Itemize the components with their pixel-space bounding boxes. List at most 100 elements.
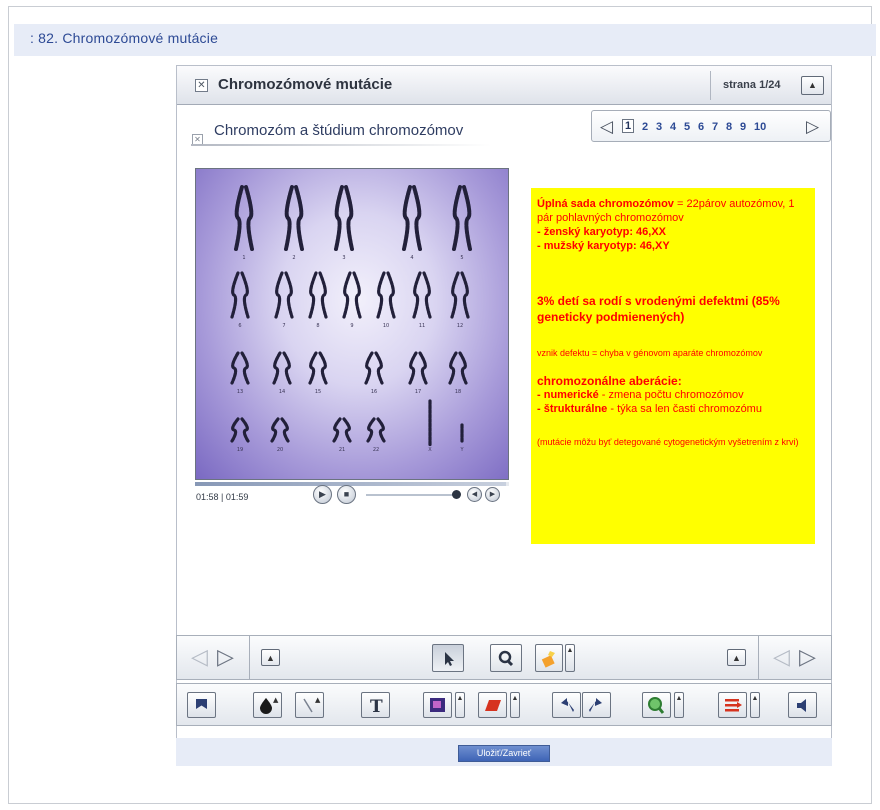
toolbar-divider bbox=[758, 636, 759, 679]
line-tool-button[interactable]: ▲ bbox=[295, 692, 324, 718]
stop-icon: ■ bbox=[343, 489, 350, 499]
list-button[interactable] bbox=[718, 692, 747, 718]
volume-up-button[interactable]: ▶ bbox=[485, 487, 500, 502]
bookmark-button[interactable] bbox=[187, 692, 216, 718]
page-link-6[interactable]: 6 bbox=[698, 121, 704, 133]
navigation-toolbar: ◁ ▷ ▲ ▲ ▲ ◁ ▷ bbox=[176, 635, 832, 680]
highlighter-tool-button[interactable] bbox=[535, 644, 563, 672]
next-icon[interactable]: ▷ bbox=[217, 646, 234, 668]
karyotype-label: 17 bbox=[415, 389, 421, 395]
chromosome-shape bbox=[240, 417, 250, 443]
highlighter-options-button[interactable]: ▲ bbox=[565, 644, 575, 672]
text-tool-button[interactable]: T bbox=[361, 692, 390, 718]
svg-text:▲: ▲ bbox=[273, 696, 279, 704]
undo-icon bbox=[561, 698, 574, 712]
chevron-up-icon: ▲ bbox=[511, 695, 519, 702]
section-underline bbox=[191, 144, 491, 146]
collapse-left-button[interactable]: ▲ bbox=[261, 649, 280, 666]
play-button[interactable]: ▶ bbox=[313, 485, 332, 504]
eraser-tool-button[interactable] bbox=[478, 692, 507, 718]
chromosome-shape bbox=[272, 351, 282, 385]
chromosome-shape bbox=[294, 185, 304, 251]
ink-drop-icon: ▲ bbox=[260, 696, 279, 714]
close-icon[interactable]: ✕ bbox=[195, 79, 208, 92]
chromosome-shape bbox=[230, 271, 240, 319]
page-link-4[interactable]: 4 bbox=[670, 121, 676, 133]
list-options-button[interactable]: ▲ bbox=[750, 692, 760, 718]
play-icon: ▶ bbox=[319, 489, 326, 499]
notes-detection: (mutácie môžu byť detegované cytogenetic… bbox=[537, 437, 799, 447]
pointer-tool-button[interactable] bbox=[432, 644, 464, 672]
chromosome-shape bbox=[318, 351, 328, 385]
svg-text:T: T bbox=[370, 697, 383, 717]
page-link-10[interactable]: 10 bbox=[754, 121, 766, 133]
zoom-in-icon bbox=[648, 697, 665, 714]
volume-slider[interactable] bbox=[366, 494, 460, 496]
next-icon[interactable]: ▷ bbox=[799, 646, 816, 668]
karyotype-label: 22 bbox=[373, 447, 379, 453]
page-link-2[interactable]: 2 bbox=[642, 121, 648, 133]
notes-origin: vznik defektu = chyba v génovom aparáte … bbox=[537, 348, 763, 358]
chromosome-shape bbox=[448, 351, 458, 385]
zoom-tool-button[interactable] bbox=[490, 644, 522, 672]
redo-button[interactable] bbox=[582, 692, 611, 718]
page-link-5[interactable]: 5 bbox=[684, 121, 690, 133]
save-close-button[interactable]: Uložiť/Zavrieť bbox=[458, 745, 550, 762]
chromosome-shape bbox=[376, 417, 386, 443]
page-link-8[interactable]: 8 bbox=[726, 121, 732, 133]
zoom-in-button[interactable] bbox=[642, 692, 671, 718]
karyotype-label: 1 bbox=[242, 255, 245, 261]
prev-icon[interactable]: ◁ bbox=[773, 646, 790, 668]
chevron-up-icon: ▲ bbox=[751, 695, 759, 702]
video-time: 01:58 | 01:59 bbox=[196, 492, 249, 502]
notes-heading: Úplná sada chromozómov bbox=[537, 198, 674, 210]
volume-slider-handle[interactable] bbox=[452, 490, 461, 499]
prev-page-icon[interactable]: ◁ bbox=[600, 118, 613, 135]
pointer-icon bbox=[445, 652, 454, 666]
footer-bar: Uložiť/Zavrieť bbox=[176, 738, 832, 766]
karyotype-label: 3 bbox=[342, 255, 345, 261]
karyotype-label: 18 bbox=[455, 389, 461, 395]
karyotype-video[interactable]: 1 2 3 4 5 6 7 8 9 10 11 12 13 14 15 16 17 18 19 20 21 22 X Y bbox=[195, 168, 509, 480]
stop-button[interactable]: ■ bbox=[337, 485, 356, 504]
svg-text:▲: ▲ bbox=[315, 696, 321, 704]
chromosome-shape bbox=[342, 271, 352, 319]
volume-down-button[interactable]: ◀ bbox=[467, 487, 482, 502]
ink-color-button[interactable]: ▲ bbox=[253, 692, 282, 718]
chromosome-shape bbox=[452, 185, 462, 251]
karyotype-label: 4 bbox=[410, 255, 413, 261]
chromosome-shape bbox=[334, 185, 344, 251]
chromosome-shape bbox=[458, 351, 468, 385]
page-link-3[interactable]: 3 bbox=[656, 121, 662, 133]
page-link-7[interactable]: 7 bbox=[712, 121, 718, 133]
prev-icon[interactable]: ◁ bbox=[191, 646, 208, 668]
frame-tool-button[interactable] bbox=[423, 692, 452, 718]
karyotype-label: X bbox=[428, 447, 432, 453]
annotation-toolbar: ▲ ▲ T ▲ ▲ ▲ ▲ bbox=[176, 683, 832, 726]
karyotype-label: 20 bbox=[277, 447, 283, 453]
player-header: ✕ Chromozómové mutácie strana 1/24 ▲ bbox=[177, 66, 831, 105]
highlighter-icon bbox=[541, 651, 555, 668]
chromosome-shape bbox=[342, 417, 352, 443]
audio-button[interactable] bbox=[788, 692, 817, 718]
frame-options-button[interactable]: ▲ bbox=[455, 692, 465, 718]
zoom-options-button[interactable]: ▲ bbox=[674, 692, 684, 718]
karyotype-label: 10 bbox=[383, 323, 389, 329]
collapse-right-button[interactable]: ▲ bbox=[727, 649, 746, 666]
video-progress-bar[interactable] bbox=[195, 482, 509, 486]
chromosome-shape bbox=[332, 417, 342, 443]
eraser-options-button[interactable]: ▲ bbox=[510, 692, 520, 718]
chromosome-shape bbox=[366, 417, 376, 443]
section-title: Chromozóm a štúdium chromozómov bbox=[214, 122, 464, 139]
page-link-1[interactable]: 1 bbox=[622, 119, 635, 133]
notes-numeric-term: - numerické bbox=[537, 389, 599, 401]
triangle-up-icon: ▲ bbox=[266, 653, 275, 663]
page-link-9[interactable]: 9 bbox=[740, 121, 746, 133]
chromosome-shape bbox=[386, 271, 396, 319]
undo-button[interactable] bbox=[552, 692, 581, 718]
collapse-button[interactable]: ▲ bbox=[801, 76, 824, 95]
line-icon: ▲ bbox=[303, 696, 321, 713]
karyotype-label: 12 bbox=[457, 323, 463, 329]
next-page-icon[interactable]: ▷ bbox=[806, 118, 819, 135]
chromosome-shape bbox=[352, 271, 362, 319]
